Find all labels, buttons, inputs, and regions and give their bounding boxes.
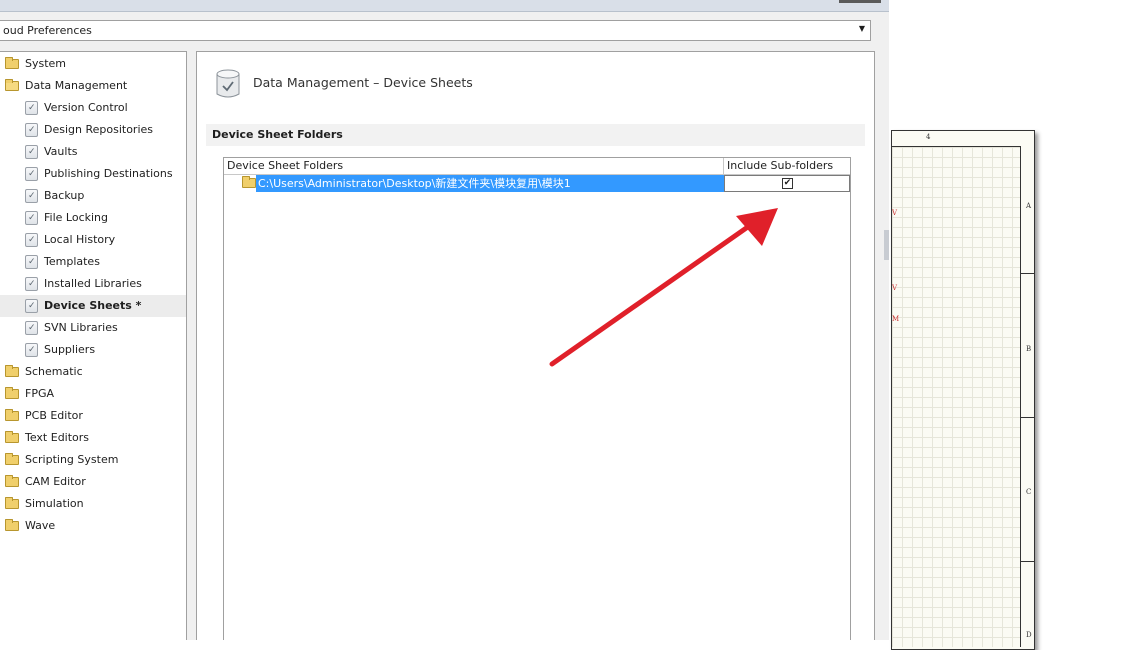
database-check-icon xyxy=(216,69,240,98)
tree-item-version-control[interactable]: Version Control xyxy=(0,97,186,119)
page-title: Data Management – Device Sheets xyxy=(253,75,473,90)
tree-item-file-locking[interactable]: File Locking xyxy=(0,207,186,229)
zone-divider xyxy=(1020,273,1034,274)
schematic-sheet: 4 A B C D V V M xyxy=(891,130,1035,650)
tree-item-publishing-destinations[interactable]: Publishing Destinations xyxy=(0,163,186,185)
tree-item-design-repositories[interactable]: Design Repositories xyxy=(0,119,186,141)
schematic-mark: V xyxy=(892,209,898,217)
page-check-icon xyxy=(25,251,38,273)
tree-item-text-editors[interactable]: Text Editors xyxy=(0,427,186,449)
tree-item-installed-libraries[interactable]: Installed Libraries xyxy=(0,273,186,295)
page-check-icon xyxy=(25,163,38,185)
sheet-zone-label: C xyxy=(1026,488,1032,496)
tree-item-label: System xyxy=(25,57,67,70)
tree-item-fpga[interactable]: FPGA xyxy=(0,383,186,405)
folder-icon xyxy=(242,176,256,188)
preferences-tree[interactable]: System Data Management Version Control D… xyxy=(0,51,187,640)
tree-item-label: Data Management xyxy=(25,79,128,92)
annotation-arrow-icon xyxy=(549,208,778,367)
column-header-include-subfolders[interactable]: Include Sub-folders xyxy=(724,158,850,174)
folder-open-icon xyxy=(5,79,19,91)
preferences-combo[interactable]: oud Preferences ▼ xyxy=(0,20,871,41)
tree-item-label: Schematic xyxy=(25,365,83,378)
page-check-icon xyxy=(25,119,38,141)
tree-item-label: File Locking xyxy=(44,211,108,224)
page-check-icon xyxy=(25,317,38,339)
tree-item-data-management[interactable]: Data Management xyxy=(0,75,186,97)
tree-item-label: Device Sheets * xyxy=(44,299,142,312)
sheet-zone-label: D xyxy=(1026,631,1032,639)
page-check-icon xyxy=(25,229,38,251)
page-check-icon xyxy=(25,339,38,361)
tree-item-local-history[interactable]: Local History xyxy=(0,229,186,251)
tree-item-cam-editor[interactable]: CAM Editor xyxy=(0,471,186,493)
folder-icon xyxy=(5,475,19,487)
tree-item-label: Vaults xyxy=(44,145,78,158)
tree-item-simulation[interactable]: Simulation xyxy=(0,493,186,515)
tree-item-label: Simulation xyxy=(25,497,84,510)
tree-item-label: FPGA xyxy=(25,387,55,400)
sheet-zone-label: A xyxy=(1026,202,1032,210)
folder-icon xyxy=(5,57,19,69)
dialog-titlebar xyxy=(0,0,889,12)
tree-item-label: Design Repositories xyxy=(44,123,154,136)
section-header: Device Sheet Folders xyxy=(206,124,865,146)
page-check-icon xyxy=(25,273,38,295)
column-header-folders[interactable]: Device Sheet Folders xyxy=(224,158,724,174)
schematic-background: 4 A B C D V V M xyxy=(889,0,1138,650)
tree-item-pcb-editor[interactable]: PCB Editor xyxy=(0,405,186,427)
tree-item-label: Text Editors xyxy=(25,431,90,444)
sheet-grid xyxy=(892,146,1021,647)
tree-item-schematic[interactable]: Schematic xyxy=(0,361,186,383)
tree-item-label: Scripting System xyxy=(25,453,119,466)
page-check-icon xyxy=(25,97,38,119)
tree-item-label: Wave xyxy=(25,519,56,532)
schematic-mark: V xyxy=(892,284,898,292)
tree-item-backup[interactable]: Backup xyxy=(0,185,186,207)
folder-path-cell[interactable]: C:\Users\Administrator\Desktop\新建文件夹\模块复… xyxy=(256,175,724,192)
include-subfolders-cell[interactable]: ✔ xyxy=(724,175,850,192)
tree-item-suppliers[interactable]: Suppliers xyxy=(0,339,186,361)
tree-item-label: Local History xyxy=(44,233,116,246)
tree-item-templates[interactable]: Templates xyxy=(0,251,186,273)
folder-icon xyxy=(5,453,19,465)
include-subfolders-checkbox[interactable]: ✔ xyxy=(782,178,793,189)
schematic-mark: M xyxy=(892,315,900,323)
tree-item-label: Templates xyxy=(44,255,100,268)
folder-icon xyxy=(5,365,19,377)
tree-item-device-sheets[interactable]: Device Sheets * xyxy=(0,295,186,317)
tree-item-label: Publishing Destinations xyxy=(44,167,173,180)
folder-icon xyxy=(5,519,19,531)
grid-header: Device Sheet Folders Include Sub-folders xyxy=(224,158,850,175)
page-check-icon xyxy=(25,207,38,229)
tree-item-label: Backup xyxy=(44,189,85,202)
page-check-icon xyxy=(25,141,38,163)
sheet-zone-label: B xyxy=(1026,345,1032,353)
tree-item-svn-libraries[interactable]: SVN Libraries xyxy=(0,317,186,339)
preferences-combo-value: oud Preferences xyxy=(3,24,92,37)
tree-item-label: Suppliers xyxy=(44,343,96,356)
window-button-strip[interactable] xyxy=(839,0,881,3)
page-check-icon xyxy=(25,295,38,317)
folder-icon xyxy=(5,387,19,399)
zone-divider xyxy=(1020,417,1034,418)
sheet-column-label: 4 xyxy=(926,133,931,141)
tree-item-label: Version Control xyxy=(44,101,128,114)
chevron-down-icon[interactable]: ▼ xyxy=(859,24,865,33)
tree-item-wave[interactable]: Wave xyxy=(0,515,186,537)
page-check-icon xyxy=(25,185,38,207)
tree-item-label: Installed Libraries xyxy=(44,277,142,290)
tree-item-system[interactable]: System xyxy=(0,53,186,75)
tree-item-label: PCB Editor xyxy=(25,409,83,422)
table-row[interactable]: C:\Users\Administrator\Desktop\新建文件夹\模块复… xyxy=(224,175,850,192)
tree-item-label: CAM Editor xyxy=(25,475,86,488)
tree-item-label: SVN Libraries xyxy=(44,321,118,334)
tree-item-scripting-system[interactable]: Scripting System xyxy=(0,449,186,471)
folder-icon xyxy=(5,409,19,421)
folder-icon xyxy=(5,431,19,443)
tree-item-vaults[interactable]: Vaults xyxy=(0,141,186,163)
zone-divider xyxy=(1020,561,1034,562)
folder-icon xyxy=(5,497,19,509)
